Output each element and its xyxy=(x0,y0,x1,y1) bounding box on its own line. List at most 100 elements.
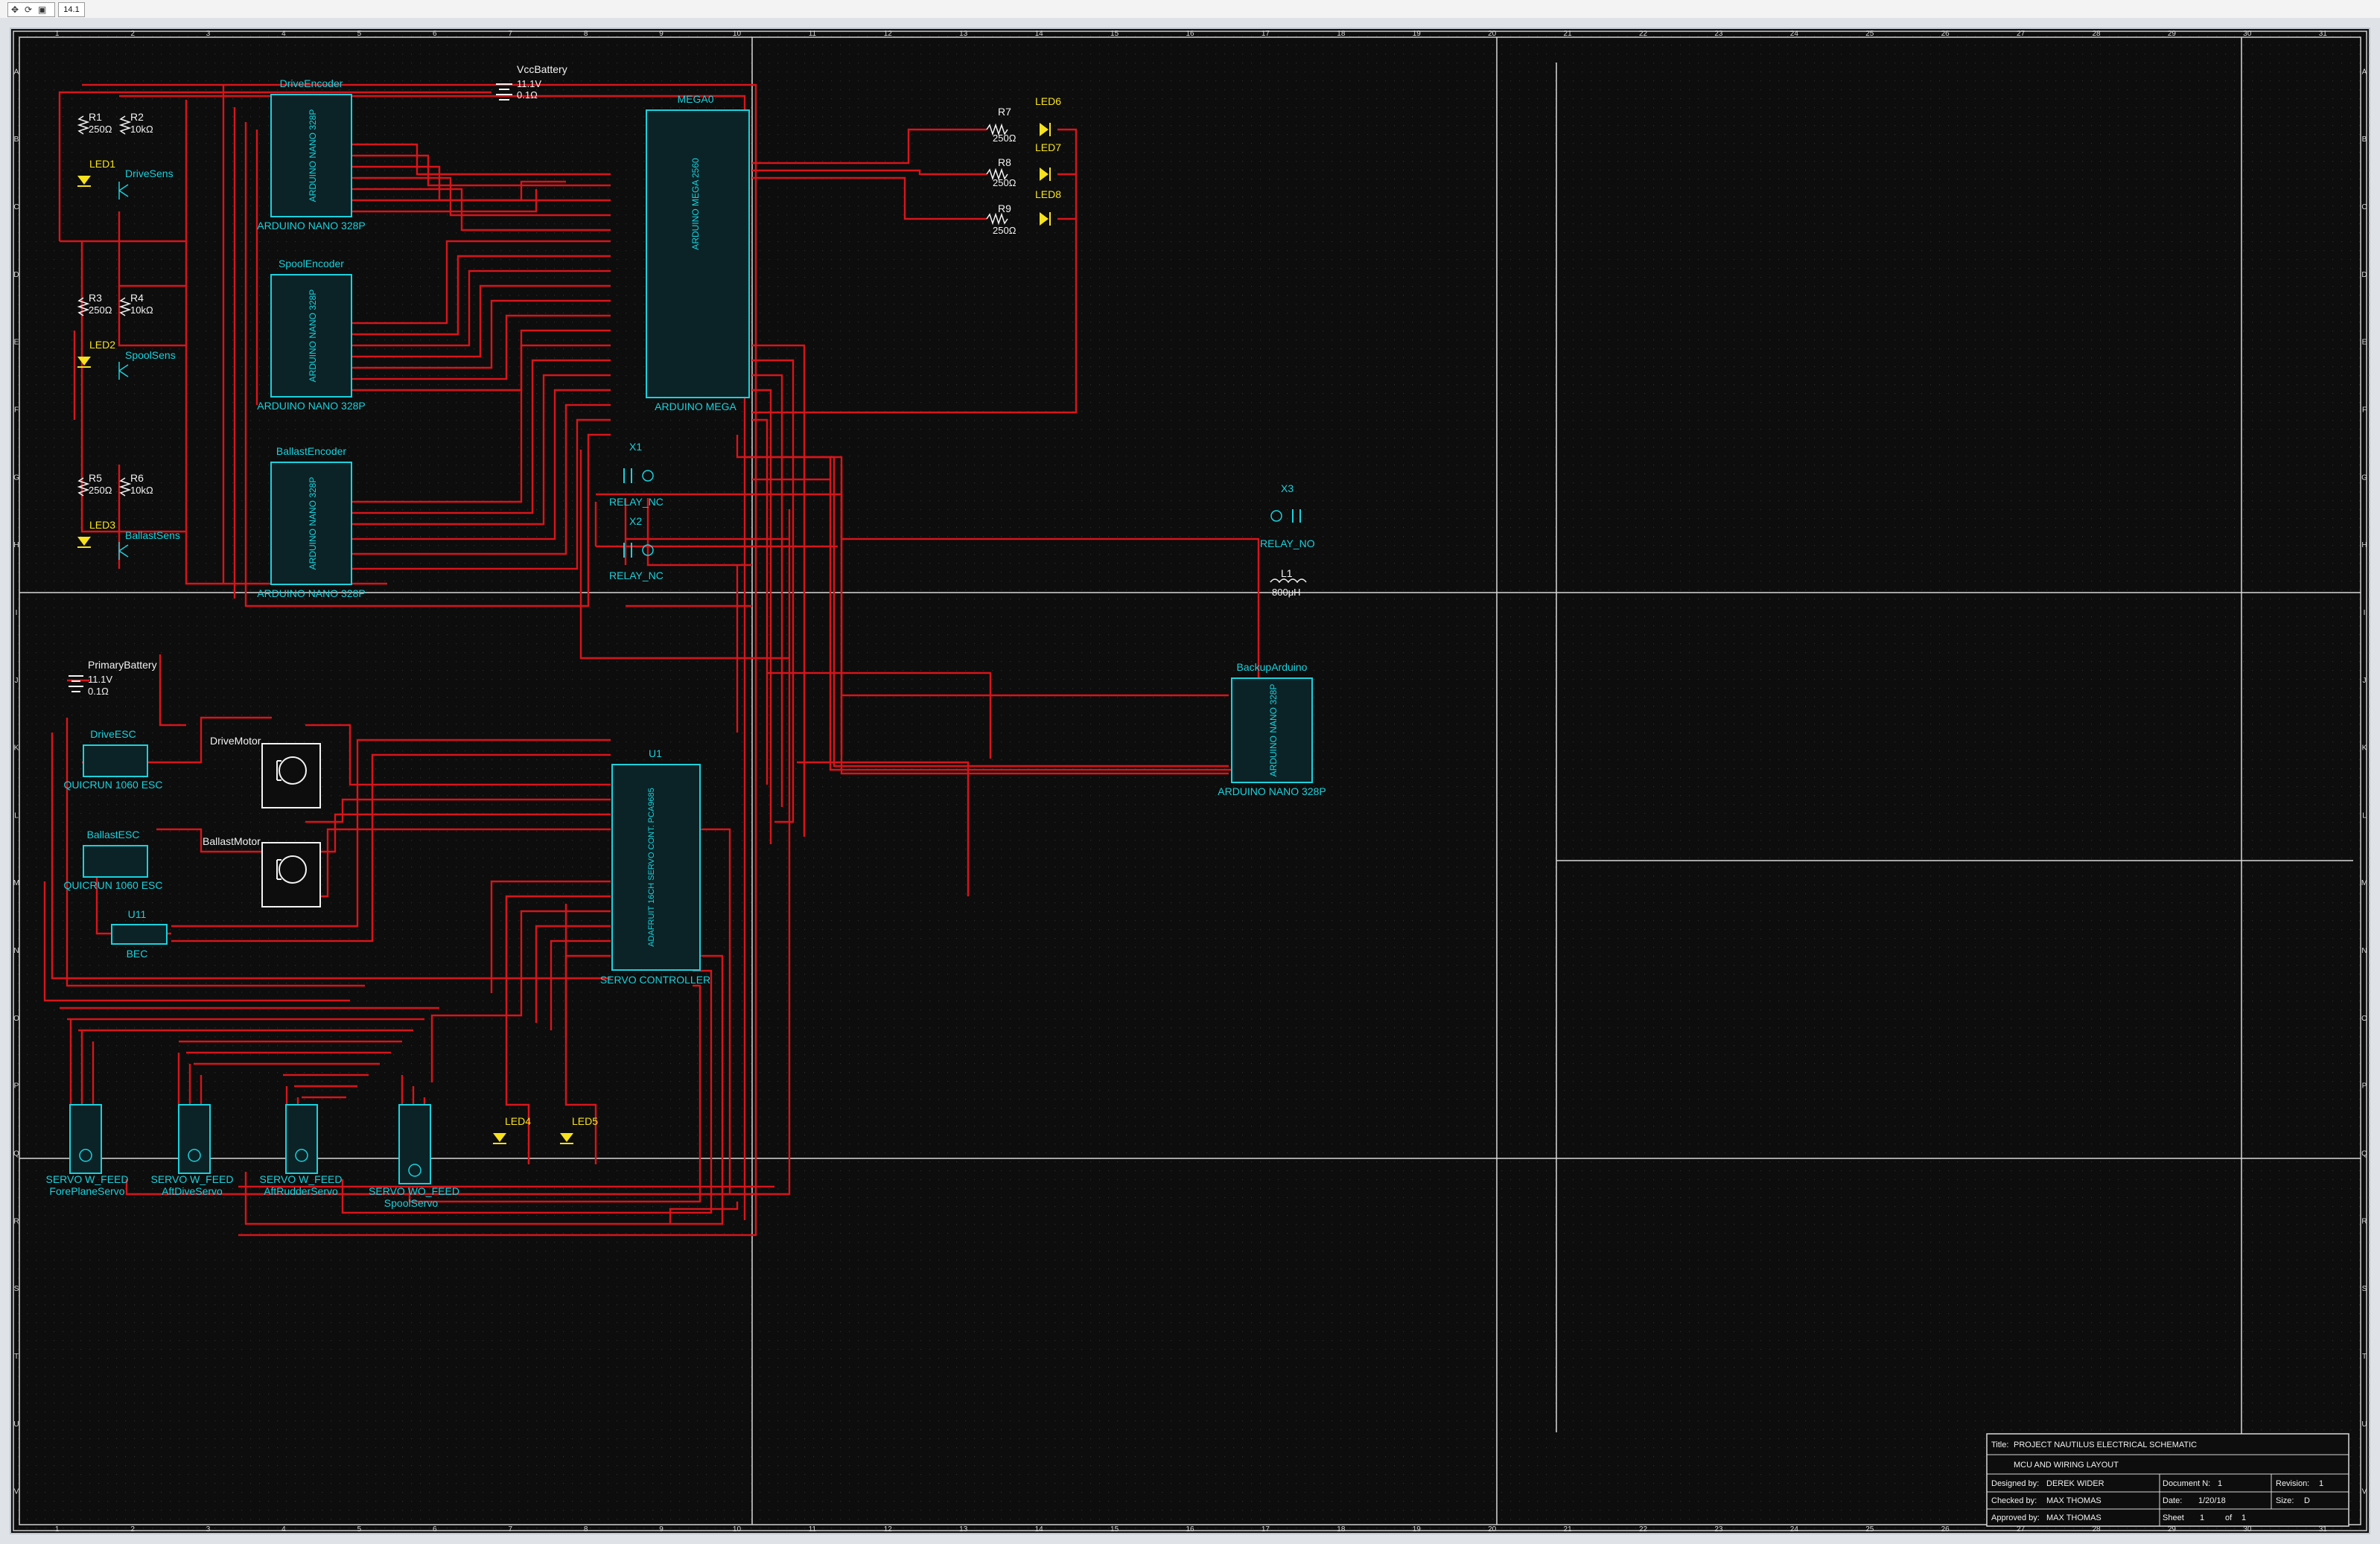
zoom-level[interactable]: 14.1 xyxy=(58,2,85,17)
svg-text:LED6: LED6 xyxy=(1035,95,1061,107)
svg-text:1: 1 xyxy=(2319,1479,2323,1488)
ruler-row-label: H xyxy=(2361,541,2367,549)
svg-text:DriveESC: DriveESC xyxy=(90,728,136,740)
svg-text:R3: R3 xyxy=(89,292,102,304)
svg-text:ARDUINO NANO 328P: ARDUINO NANO 328P xyxy=(308,109,318,202)
ruler-column-label: 18 xyxy=(1337,30,1346,38)
ruler-row-label: U xyxy=(2361,1420,2367,1429)
svg-text:SERVO W_FEED: SERVO W_FEED xyxy=(260,1173,343,1185)
svg-text:SpoolEncoder: SpoolEncoder xyxy=(279,258,344,269)
ruler-row-label: E xyxy=(2362,339,2367,347)
svg-text:DEREK WIDER: DEREK WIDER xyxy=(2046,1479,2104,1488)
svg-text:ARDUINO NANO 328P: ARDUINO NANO 328P xyxy=(308,477,318,570)
ruler-row-label: V xyxy=(2362,1488,2367,1496)
ruler-column-label: 14 xyxy=(1035,30,1044,38)
ruler-column-label: 12 xyxy=(884,30,893,38)
svg-text:R5: R5 xyxy=(89,472,102,484)
spool-encoder[interactable]: SpoolEncoder ARDUINO NANO 328P ARDUINO N… xyxy=(257,258,365,412)
ruler-row-label: K xyxy=(2362,744,2367,753)
ruler-row-label: K xyxy=(14,744,19,753)
ruler-row-label: P xyxy=(2362,1082,2367,1091)
title-block: Title: PROJECT NAUTILUS ELECTRICAL SCHEM… xyxy=(1986,1433,2349,1527)
ruler-column-label: 3 xyxy=(206,30,211,38)
svg-text:250Ω: 250Ω xyxy=(89,124,112,135)
drive-encoder[interactable]: DriveEncoder ARDUINO NANO 328P ARDUINO N… xyxy=(257,77,365,232)
backup-arduino[interactable]: BackupArduino ARDUINO NANO 328P ARDUINO … xyxy=(1218,661,1326,797)
ruler-column-label: 21 xyxy=(1564,30,1573,38)
svg-text:SpoolSens: SpoolSens xyxy=(125,349,176,361)
svg-text:R6: R6 xyxy=(130,472,144,484)
ruler-row-label: L xyxy=(2362,811,2367,820)
svg-text:11.1V: 11.1V xyxy=(88,674,112,685)
ruler-column-label: 31 xyxy=(2319,30,2328,38)
ruler-row-label: B xyxy=(2362,135,2367,144)
ruler-column-label: 2 xyxy=(130,1525,135,1534)
svg-text:SERVO W_FEED: SERVO W_FEED xyxy=(46,1173,129,1185)
ruler-row-label: C xyxy=(2361,203,2367,211)
ruler-column-label: 8 xyxy=(584,1525,588,1534)
ruler-column-label: 16 xyxy=(1186,30,1194,38)
ruler-row-label: T xyxy=(14,1353,19,1361)
save-icon[interactable]: ▣ xyxy=(38,4,46,15)
ruler-column-label: 1 xyxy=(55,1525,60,1534)
ruler-row-label: V xyxy=(14,1488,19,1496)
ruler-column-label: 22 xyxy=(1639,1525,1648,1534)
ruler-row-label: O xyxy=(13,1015,19,1023)
pointer-icon[interactable]: ✥ xyxy=(11,4,19,15)
svg-text:DriveEncoder: DriveEncoder xyxy=(280,77,343,89)
toolbar-tool-group: ✥ ⟳ ▣ xyxy=(7,2,55,17)
ruler-row-label: F xyxy=(14,406,19,415)
svg-text:BallastEncoder: BallastEncoder xyxy=(276,445,347,457)
svg-text:10kΩ: 10kΩ xyxy=(130,485,153,496)
ballast-encoder[interactable]: BallastEncoder ARDUINO NANO 328P ARDUINO… xyxy=(257,445,365,599)
svg-text:ARDUINO NANO 328P: ARDUINO NANO 328P xyxy=(1268,684,1279,777)
svg-text:LED2: LED2 xyxy=(89,339,115,351)
ruler-column-label: 28 xyxy=(2092,30,2101,38)
svg-text:ARDUINO NANO 328P: ARDUINO NANO 328P xyxy=(308,290,318,383)
svg-text:250Ω: 250Ω xyxy=(993,133,1016,144)
svg-text:10kΩ: 10kΩ xyxy=(130,124,153,135)
ruler-column-label: 22 xyxy=(1639,30,1648,38)
svg-text:LED3: LED3 xyxy=(89,519,115,531)
rotate-icon[interactable]: ⟳ xyxy=(25,4,32,15)
ruler-row-label: F xyxy=(2362,406,2367,415)
svg-text:ForePlaneServo: ForePlaneServo xyxy=(49,1185,124,1197)
svg-text:LED5: LED5 xyxy=(572,1115,598,1127)
ruler-row-label: L xyxy=(14,811,19,820)
svg-text:R9: R9 xyxy=(998,202,1011,214)
ruler-column-label: 24 xyxy=(1790,1525,1799,1534)
svg-text:Checked by:: Checked by: xyxy=(1991,1496,2037,1505)
svg-text:Title:: Title: xyxy=(1991,1441,2008,1449)
ruler-column-label: 17 xyxy=(1261,1525,1270,1534)
ruler-column-label: 11 xyxy=(809,1525,817,1534)
servo-controller-u1[interactable]: U1 ADAFRUIT 16CH SERVO CONT. PCA9685 SER… xyxy=(600,747,710,986)
ruler-column-label: 15 xyxy=(1110,30,1119,38)
ruler-column-label: 13 xyxy=(959,30,968,38)
svg-text:250Ω: 250Ω xyxy=(89,304,112,316)
svg-text:ARDUINO NANO 328P: ARDUINO NANO 328P xyxy=(1218,785,1326,797)
ruler-row-label: J xyxy=(15,677,19,685)
svg-text:MAX THOMAS: MAX THOMAS xyxy=(2046,1513,2101,1522)
ruler-row-label: A xyxy=(14,68,19,76)
svg-text:MCU AND WIRING LAYOUT: MCU AND WIRING LAYOUT xyxy=(2014,1461,2119,1470)
ruler-row-label: B xyxy=(14,135,19,144)
ruler-column-label: 7 xyxy=(508,1525,512,1534)
svg-text:SERVO WO_FEED: SERVO WO_FEED xyxy=(369,1185,459,1197)
ruler-column-label: 6 xyxy=(433,30,437,38)
svg-text:QUICRUN 1060 ESC: QUICRUN 1060 ESC xyxy=(63,779,162,791)
svg-text:BEC: BEC xyxy=(127,948,148,960)
ruler-row-label: I xyxy=(2364,609,2366,617)
svg-text:R4: R4 xyxy=(130,292,144,304)
svg-text:SERVO W_FEED: SERVO W_FEED xyxy=(151,1173,234,1185)
svg-text:QUICRUN 1060 ESC: QUICRUN 1060 ESC xyxy=(63,879,162,891)
svg-text:SpoolServo: SpoolServo xyxy=(384,1197,439,1209)
svg-text:Designed by:: Designed by: xyxy=(1991,1479,2039,1488)
ruler-column-label: 16 xyxy=(1186,1525,1194,1534)
schematic-canvas[interactable]: 1 2 3 4 5 6 7 8 9 10 11 12 13 14 15 16 17 18 19 20 21 22 23 24 2… xyxy=(0,18,2380,1540)
arduino-mega[interactable]: MEGA0 ARDUINO MEGA 2560 ARDUINO MEGA xyxy=(646,93,750,412)
ruler-row-label: R xyxy=(2361,1217,2367,1225)
svg-text:BallastSens: BallastSens xyxy=(125,529,180,541)
ruler-column-label: 25 xyxy=(1865,1525,1874,1534)
ruler-row-label: Q xyxy=(13,1150,19,1158)
ruler-column-label: 1 xyxy=(55,30,60,38)
